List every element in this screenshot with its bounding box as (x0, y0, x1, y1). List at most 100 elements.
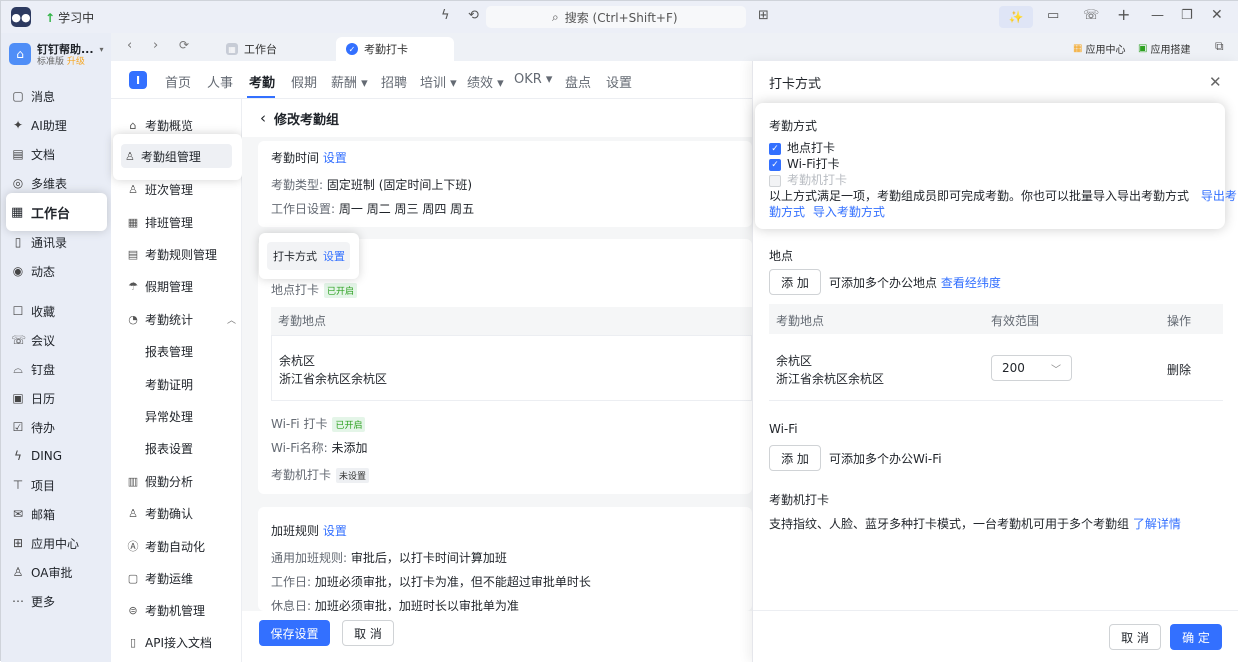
checkbox-wifi[interactable]: ✓ Wi-Fi打卡 (769, 155, 840, 172)
nav-item-workbench[interactable]: ▦ 工作台 (6, 193, 107, 231)
menu-leave[interactable]: 假期 (291, 72, 317, 91)
time-set-link[interactable]: 设置 (323, 151, 347, 165)
screen-share-icon[interactable]: ▭ (1047, 8, 1059, 23)
subnav-reports[interactable]: 报表管理 (145, 341, 193, 361)
tab-attendance[interactable]: ✓ 考勤打卡 (336, 37, 454, 61)
drawer-cancel-button[interactable]: 取 消 (1109, 624, 1161, 650)
plus-icon[interactable]: + (1117, 5, 1130, 24)
subnav-api-docs[interactable]: ▯ API接入文档 (127, 632, 212, 652)
nav-item-app-center[interactable]: ⊞ 应用中心 (11, 532, 79, 554)
nav-item-ai[interactable]: ✦ AI助理 (11, 114, 67, 136)
punch-set-link[interactable]: 设置 (323, 248, 345, 264)
subnav-label: 考勤证明 (145, 377, 194, 392)
location-address: 浙江省余杭区余杭区 (279, 372, 388, 386)
location-punch-label: 地点打卡 (271, 283, 320, 297)
app-builder-label: 应用搭建 (1150, 45, 1191, 56)
close-icon[interactable]: ✕ (1211, 7, 1223, 23)
org-switcher[interactable]: ⌂ 钉钉帮助... 标准版 升级 ▾ (9, 43, 104, 68)
subnav-exceptions[interactable]: 异常处理 (145, 406, 193, 426)
add-location-button[interactable]: 添 加 (769, 269, 821, 295)
nav-item-ding[interactable]: ϟ DING (11, 445, 62, 467)
save-settings-button[interactable]: 保存设置 (259, 620, 330, 646)
subnav-schedule[interactable]: ▦ 排班管理 (127, 212, 193, 232)
subnav-report-settings[interactable]: 报表设置 (145, 438, 193, 458)
import-link[interactable]: 导入考勤方式 (813, 205, 885, 219)
app-builder-link[interactable]: ▣ 应用搭建 (1138, 41, 1190, 56)
range-select[interactable]: 200 ﹀ (991, 355, 1072, 381)
study-status[interactable]: ↑ 学习中 (45, 9, 94, 26)
subnav-statistics[interactable]: ◔ 考勤统计 ︿ (127, 309, 236, 329)
wifi-status-badge: 已开启 (332, 417, 366, 432)
hint-text: 以上方式满足一项，考勤组成员即可完成考勤。你也可以批量导入导出考勤方式 (769, 189, 1190, 203)
subnav-leave[interactable]: ☂ 假期管理 (127, 276, 193, 296)
subnav-ops[interactable]: ▢ 考勤运维 (127, 568, 193, 588)
new-window-icon[interactable]: ⧉ (1215, 39, 1224, 54)
general-rule-line: 通用加班规则: 审批后，以打卡时间计算加班 (271, 549, 507, 566)
nav-item-meetings[interactable]: ☏ 会议 (11, 329, 55, 351)
restore-icon[interactable]: ❐ (1181, 8, 1193, 23)
menu-training[interactable]: 培训 ▾ (420, 72, 457, 91)
th-range: 有效范围 (991, 314, 1040, 328)
forward-arrow-icon[interactable]: › (153, 38, 158, 53)
dingtalk-logo-icon[interactable]: ●● (11, 7, 31, 27)
nav-item-todo[interactable]: ☑ 待办 (11, 416, 55, 438)
drawer-footer: 取 消 确 定 (753, 610, 1238, 662)
overtime-set-link[interactable]: 设置 (323, 524, 347, 538)
history-icon[interactable]: ⟲ (468, 8, 479, 23)
subnav-machines[interactable]: ⊜ 考勤机管理 (127, 600, 205, 620)
app-center-link[interactable]: ▦ 应用中心 (1073, 41, 1125, 56)
subnav-analysis[interactable]: ▥ 假勤分析 (127, 471, 193, 491)
menu-okr[interactable]: OKR ▾ (514, 72, 552, 87)
menu-salary[interactable]: 薪酬 ▾ (331, 72, 368, 91)
subnav-certificate[interactable]: 考勤证明 (145, 374, 193, 394)
phone-icon[interactable]: ☏ (1083, 8, 1099, 23)
subnav-rules[interactable]: ▤ 考勤规则管理 (127, 244, 217, 264)
nav-item-projects[interactable]: ⊤ 项目 (11, 474, 55, 496)
subnav-shift[interactable]: ♙ 班次管理 (127, 179, 193, 199)
machine-learn-more-link[interactable]: 了解详情 (1133, 517, 1181, 531)
minimize-icon[interactable]: — (1151, 8, 1164, 23)
punch-method-highlight[interactable]: 打卡方式 设置 (259, 233, 359, 279)
lnglat-link[interactable]: 查看经纬度 (941, 276, 1001, 290)
nav-item-favorites[interactable]: ☐ 收藏 (11, 300, 55, 322)
flash-icon[interactable]: ϟ (441, 8, 450, 23)
add-wifi-button[interactable]: 添 加 (769, 445, 821, 471)
app-center-label: 应用中心 (1085, 45, 1126, 56)
subnav-group-manage[interactable]: ♙ 考勤组管理 (113, 134, 242, 180)
nav-item-activity[interactable]: ◉ 动态 (11, 260, 55, 282)
subnav-confirm[interactable]: ♙ 考勤确认 (127, 503, 193, 523)
cancel-button[interactable]: 取 消 (342, 620, 394, 646)
ai-assistant-button[interactable]: ✨ (999, 6, 1033, 28)
nav-item-oa[interactable]: ♙ OA审批 (11, 561, 73, 583)
nav-item-more[interactable]: ⋯ 更多 (11, 590, 55, 612)
menu-performance[interactable]: 绩效 ▾ (467, 72, 504, 91)
refresh-icon[interactable]: ⟳ (179, 38, 189, 52)
subnav-automation[interactable]: Ⓐ 考勤自动化 (127, 536, 206, 556)
menu-settings[interactable]: 设置 (606, 72, 632, 91)
back-icon[interactable]: ‹ (260, 109, 266, 127)
nav-item-contacts[interactable]: ▯ 通讯录 (11, 231, 67, 253)
drawer-close-icon[interactable]: ✕ (1209, 73, 1222, 91)
nav-item-calendar[interactable]: ▣ 日历 (11, 387, 55, 409)
menu-attendance[interactable]: 考勤 (249, 72, 275, 91)
export-link[interactable]: 导出考 (1201, 189, 1237, 203)
scan-icon[interactable]: ⊞ (758, 8, 769, 23)
tab-workbench[interactable]: ▦ 工作台 (216, 37, 287, 61)
menu-home[interactable]: 首页 (165, 72, 191, 91)
nav-item-mail[interactable]: ✉ 邮箱 (11, 503, 55, 525)
delete-location-link[interactable]: 删除 (1167, 361, 1191, 378)
upgrade-link[interactable]: 升级 (67, 57, 85, 67)
nav-item-drive[interactable]: ⌓ 钉盘 (11, 358, 55, 380)
back-arrow-icon[interactable]: ‹ (127, 38, 132, 53)
export-link-cont[interactable]: 勤方式 (769, 205, 805, 219)
menu-recruit[interactable]: 招聘 (381, 72, 407, 91)
menu-hr[interactable]: 人事 (207, 72, 233, 91)
menu-inventory[interactable]: 盘点 (565, 72, 591, 91)
nav-item-messages[interactable]: ▢ 消息 (11, 85, 55, 107)
drawer-confirm-button[interactable]: 确 定 (1170, 624, 1222, 650)
subnav-overview[interactable]: ⌂ 考勤概览 (127, 115, 194, 135)
nav-item-docs[interactable]: ▤ 文档 (11, 143, 55, 165)
checkbox-location[interactable]: ✓ 地点打卡 (769, 139, 835, 156)
nav-item-tables[interactable]: ◎ 多维表 (11, 172, 67, 194)
search-input[interactable]: ⌕ 搜索 (Ctrl+Shift+F) (486, 6, 746, 28)
